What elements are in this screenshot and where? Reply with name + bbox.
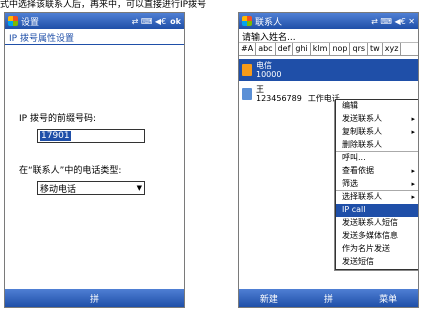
- contact-name: 电信: [256, 61, 272, 70]
- menu-item-label: 删除联系人: [342, 140, 382, 149]
- menu-item[interactable]: 发送联系人 ▸: [336, 113, 418, 126]
- status-icons[interactable]: ⇄ ⌨ ◀€: [132, 17, 167, 26]
- titlebar: 设置 ⇄ ⌨ ◀€ ok: [5, 13, 184, 29]
- menu-item-label: 发送短信: [342, 257, 374, 266]
- caption-text: 式中选择该联系人后，再来中，可以直接进行IP拨号: [0, 0, 207, 10]
- phone-type-value: 移动电话: [40, 184, 77, 195]
- menu-item[interactable]: 选择联系人 ▸: [336, 191, 418, 204]
- alpha-tab[interactable]: xyz: [383, 43, 402, 55]
- menu-item-label: 作为名片发送: [342, 244, 390, 253]
- menu-item[interactable]: 呼叫...: [336, 152, 418, 165]
- phone-type-select[interactable]: 移动电话 ▼: [37, 181, 145, 195]
- contact-row[interactable]: 电信 10000: [239, 59, 418, 81]
- context-menu: 编辑发送联系人 ▸ 复制联系人 ▸ 删除联系人呼叫... 查看依据 ▸ 筛选 ▸ 选择联系人 ▸ IP…: [335, 99, 418, 270]
- menu-item[interactable]: 编辑: [336, 100, 418, 113]
- prefix-label: IP 拨号的前缀号码:: [19, 114, 96, 124]
- menu-item-label: 编辑: [342, 101, 358, 110]
- alpha-tab[interactable]: nop: [330, 43, 351, 55]
- submenu-arrow-icon: ▸: [411, 115, 415, 123]
- alpha-tab[interactable]: klm: [311, 43, 331, 55]
- menu-item-label: 查看依据: [342, 166, 374, 175]
- bottom-softkey-bar: 新建 拼 菜单: [239, 289, 418, 307]
- menu-item[interactable]: 复制联系人 ▸: [336, 126, 418, 139]
- menu-item-label: 呼叫...: [342, 153, 366, 162]
- menu-button[interactable]: 菜单: [358, 292, 418, 305]
- menu-item-label: 发送联系人: [342, 114, 382, 123]
- menu-item-label: 复制联系人: [342, 127, 382, 136]
- contact-card-icon: [242, 88, 252, 100]
- windows-start-icon[interactable]: [242, 16, 252, 26]
- menu-item[interactable]: 作为名片发送: [336, 243, 418, 256]
- menu-item[interactable]: 查看依据 ▸: [336, 165, 418, 178]
- menu-item-label: 筛选: [342, 179, 358, 188]
- ok-button[interactable]: ok: [170, 17, 181, 26]
- contact-number: 10000: [256, 70, 282, 79]
- alphabet-tabs: #A abc def ghi klm nop qrs tw xyz: [239, 43, 418, 56]
- titlebar: 联系人 ⇄ ⌨ ◀€ ✕: [239, 13, 418, 29]
- contact-name: 王: [256, 85, 264, 94]
- new-contact-button[interactable]: 新建: [239, 292, 299, 305]
- menu-item[interactable]: 发送短信: [336, 256, 418, 269]
- contacts-screen: 联系人 ⇄ ⌨ ◀€ ✕ 请输入姓名... #A abc def ghi klm nop q…: [238, 12, 419, 308]
- alpha-tab[interactable]: abc: [256, 43, 276, 55]
- menu-item[interactable]: 筛选 ▸: [336, 178, 418, 191]
- dropdown-arrow-icon: ▼: [136, 184, 142, 192]
- settings-screen: 设置 ⇄ ⌨ ◀€ ok IP 拨号属性设置 IP 拨号的前缀号码: 17901…: [4, 12, 185, 308]
- menu-item[interactable]: 删除联系人: [336, 139, 418, 152]
- alpha-tab[interactable]: tw: [368, 43, 383, 55]
- status-icons[interactable]: ⇄ ⌨ ◀€ ✕: [371, 17, 415, 26]
- alpha-tab[interactable]: def: [276, 43, 294, 55]
- alpha-tab[interactable]: #A: [239, 43, 257, 55]
- window-title: 设置: [21, 17, 40, 28]
- contact-number: 123456789: [256, 94, 302, 103]
- submenu-arrow-icon: ▸: [411, 128, 415, 136]
- submenu-arrow-icon: ▸: [411, 193, 415, 201]
- submenu-arrow-icon: ▸: [411, 167, 415, 175]
- windows-start-icon[interactable]: [8, 16, 18, 26]
- menu-item-label: 发送多媒体信息: [342, 231, 398, 240]
- alpha-tab[interactable]: qrs: [350, 43, 369, 55]
- menu-item-label: IP call: [342, 205, 366, 214]
- input-method-button[interactable]: 拼: [65, 292, 125, 305]
- menu-item[interactable]: 发送联系人短信: [336, 217, 418, 230]
- menu-item-label: 选择联系人: [342, 192, 382, 201]
- menu-item-label: 发送联系人短信: [342, 218, 398, 227]
- contact-card-icon: [242, 64, 252, 76]
- window-title: 联系人: [255, 17, 283, 28]
- search-input[interactable]: 请输入姓名...: [239, 29, 418, 43]
- prefix-value: 17901: [40, 131, 71, 141]
- input-method-button[interactable]: 拼: [299, 292, 359, 305]
- menu-item[interactable]: 发送多媒体信息: [336, 230, 418, 243]
- prefix-input[interactable]: 17901: [37, 129, 145, 143]
- alpha-tab[interactable]: ghi: [293, 43, 311, 55]
- page-subheader: IP 拨号属性设置: [5, 29, 184, 45]
- bottom-softkey-bar: 拼: [5, 289, 184, 307]
- phone-type-label: 在“联系人”中的电话类型:: [19, 166, 122, 176]
- submenu-arrow-icon: ▸: [411, 180, 415, 188]
- menu-item[interactable]: IP call: [336, 204, 418, 217]
